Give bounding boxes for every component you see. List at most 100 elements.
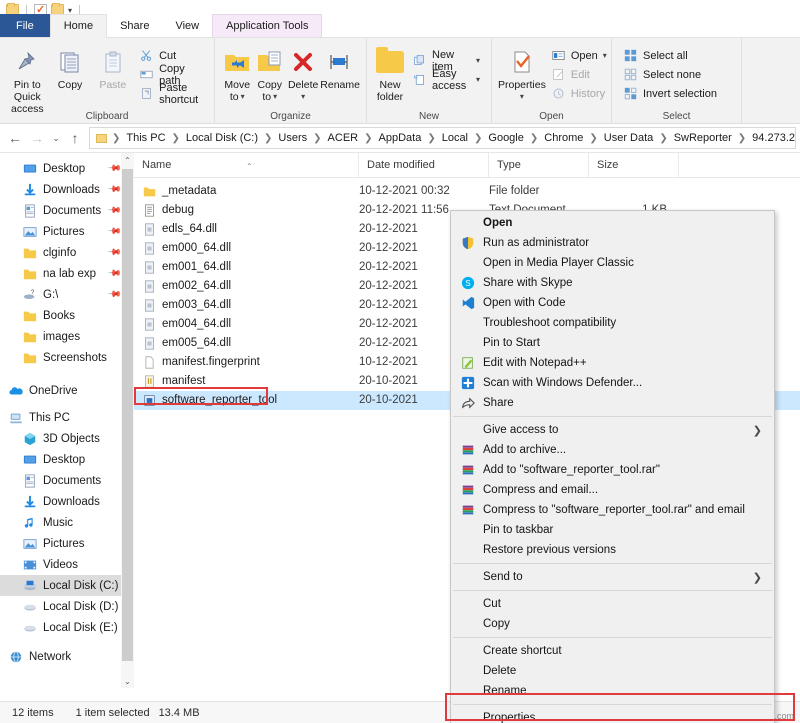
nav-item-local-disk-c[interactable]: Local Disk (C:) xyxy=(0,575,134,596)
delete-button[interactable]: Delete ▾ xyxy=(286,43,320,103)
menu-item-open-in-media-player-classic[interactable]: Open in Media Player Classic xyxy=(451,253,774,273)
menu-item-scan-with-windows-defender[interactable]: Scan with Windows Defender... xyxy=(451,373,774,393)
navigation-scrollbar[interactable]: ⌃ ⌄ xyxy=(121,153,134,688)
menu-item-restore-previous-versions[interactable]: Restore previous versions xyxy=(451,540,774,560)
breadcrumb-current-folder[interactable]: 94.273.200 xyxy=(748,128,796,148)
column-header-type[interactable]: Type xyxy=(489,153,589,178)
menu-item-edit-with-notepadpp[interactable]: Edit with Notepad++ xyxy=(451,353,774,373)
nav-item-desktop-quick[interactable]: Desktop 📌 xyxy=(0,158,134,179)
pin-icon[interactable]: 📌 xyxy=(107,245,123,261)
nav-item-na-lab-exp[interactable]: na lab exp 📌 xyxy=(0,263,134,284)
up-button[interactable]: ↑ xyxy=(64,127,86,149)
nav-item-this-pc[interactable]: This PC xyxy=(0,407,134,428)
rename-button[interactable]: Rename xyxy=(320,43,360,91)
nav-item-local-disk-e[interactable]: Local Disk (E:) xyxy=(0,617,134,638)
tab-application-tools[interactable]: Application Tools xyxy=(212,14,322,38)
recent-locations-button[interactable]: ⌄ xyxy=(48,127,64,149)
menu-item-share-with-skype[interactable]: S Share with Skype xyxy=(451,273,774,293)
menu-item-compress-to-named-rar-and-email[interactable]: Compress to "software_reporter_tool.rar"… xyxy=(451,500,774,520)
nav-item-downloads-quick[interactable]: Downloads 📌 xyxy=(0,179,134,200)
nav-item-clginfo[interactable]: clginfo 📌 xyxy=(0,242,134,263)
pin-icon[interactable]: 📌 xyxy=(107,203,123,219)
nav-item-music[interactable]: Music xyxy=(0,512,134,533)
menu-item-rename[interactable]: Rename xyxy=(451,681,774,701)
breadcrumb-local[interactable]: Local xyxy=(438,128,472,148)
breadcrumb-google[interactable]: Google xyxy=(484,128,527,148)
pin-icon[interactable]: 📌 xyxy=(107,182,123,198)
menu-item-create-shortcut[interactable]: Create shortcut xyxy=(451,641,774,661)
breadcrumb[interactable]: ❯ This PC ❯ Local Disk (C:) ❯ Users ❯ AC… xyxy=(89,127,796,149)
tab-share[interactable]: Share xyxy=(107,14,162,38)
menu-item-share[interactable]: Share xyxy=(451,393,774,413)
pin-icon[interactable]: 📌 xyxy=(107,266,123,282)
copy-to-button[interactable]: Copy to ▾ xyxy=(254,43,287,103)
history-button[interactable]: History xyxy=(546,84,612,103)
menu-item-add-to-archive[interactable]: Add to archive... xyxy=(451,440,774,460)
menu-item-pin-to-taskbar[interactable]: Pin to taskbar xyxy=(451,520,774,540)
table-row[interactable]: _metadata 10-12-2021 00:32 File folder xyxy=(134,182,800,201)
tab-home[interactable]: Home xyxy=(50,14,107,38)
select-none-button[interactable]: Select none xyxy=(618,65,722,84)
edit-button[interactable]: Edit xyxy=(546,65,612,84)
nav-item-images[interactable]: images xyxy=(0,326,134,347)
pin-icon[interactable]: 📌 xyxy=(107,161,123,177)
menu-item-open[interactable]: Open xyxy=(451,213,774,233)
column-header-size[interactable]: Size xyxy=(589,153,679,178)
pin-icon[interactable]: 📌 xyxy=(107,224,123,240)
breadcrumb-this-pc[interactable]: This PC xyxy=(122,128,169,148)
nav-item-local-disk-d[interactable]: Local Disk (D:) xyxy=(0,596,134,617)
nav-item-desktop[interactable]: Desktop xyxy=(0,449,134,470)
back-button[interactable]: ← xyxy=(4,127,26,149)
new-folder-button[interactable]: New folder xyxy=(373,43,407,103)
menu-item-delete[interactable]: Delete xyxy=(451,661,774,681)
nav-item-g-drive[interactable]: ? G:\ 📌 xyxy=(0,284,134,305)
select-all-button[interactable]: Select all xyxy=(618,46,722,65)
breadcrumb-swreporter[interactable]: SwReporter xyxy=(670,128,736,148)
nav-item-videos[interactable]: Videos xyxy=(0,554,134,575)
paste-button[interactable]: Paste xyxy=(91,43,134,91)
scrollbar-thumb[interactable] xyxy=(122,169,133,661)
nav-item-documents[interactable]: Documents xyxy=(0,470,134,491)
nav-item-downloads[interactable]: Downloads xyxy=(0,491,134,512)
forward-button[interactable]: → xyxy=(26,127,48,149)
menu-item-open-with-code[interactable]: Open with Code xyxy=(451,293,774,313)
breadcrumb-chrome[interactable]: Chrome xyxy=(540,128,587,148)
nav-item-onedrive[interactable]: OneDrive xyxy=(0,380,134,401)
tab-file[interactable]: File xyxy=(0,14,50,38)
menu-item-troubleshoot-compatibility[interactable]: Troubleshoot compatibility xyxy=(451,313,774,333)
open-button[interactable]: Open ▾ xyxy=(546,46,612,65)
column-header-date-modified[interactable]: Date modified xyxy=(359,153,489,178)
properties-button[interactable]: Properties ▾ xyxy=(498,43,546,103)
copy-button[interactable]: Copy xyxy=(49,43,92,91)
nav-item-books[interactable]: Books xyxy=(0,305,134,326)
menu-item-pin-to-start[interactable]: Pin to Start xyxy=(451,333,774,353)
breadcrumb-local-disk-c[interactable]: Local Disk (C:) xyxy=(182,128,262,148)
tab-view[interactable]: View xyxy=(162,14,212,38)
menu-item-add-to-named-rar[interactable]: Add to "software_reporter_tool.rar" xyxy=(451,460,774,480)
menu-item-run-as-administrator[interactable]: Run as administrator xyxy=(451,233,774,253)
scroll-up-icon[interactable]: ⌃ xyxy=(121,153,134,167)
scroll-down-icon[interactable]: ⌄ xyxy=(121,674,134,688)
easy-access-button[interactable]: Easy access ▾ xyxy=(407,70,485,89)
column-header-name[interactable]: Name ⌃ xyxy=(134,153,359,178)
menu-item-copy[interactable]: Copy xyxy=(451,614,774,634)
nav-item-3d-objects[interactable]: 3D Objects xyxy=(0,428,134,449)
pin-to-quick-access-button[interactable]: Pin to Quick access xyxy=(6,43,49,115)
nav-item-pictures-quick[interactable]: Pictures 📌 xyxy=(0,221,134,242)
invert-selection-button[interactable]: Invert selection xyxy=(618,84,722,103)
move-to-button[interactable]: Move to ▾ xyxy=(221,43,254,103)
breadcrumb-acer[interactable]: ACER xyxy=(324,128,363,148)
breadcrumb-appdata[interactable]: AppData xyxy=(375,128,426,148)
menu-item-cut[interactable]: Cut xyxy=(451,594,774,614)
nav-item-documents-quick[interactable]: Documents 📌 xyxy=(0,200,134,221)
nav-item-screenshots[interactable]: Screenshots xyxy=(0,347,134,368)
breadcrumb-users[interactable]: Users xyxy=(274,128,311,148)
nav-item-pictures[interactable]: Pictures xyxy=(0,533,134,554)
pin-icon[interactable]: 📌 xyxy=(107,287,123,303)
menu-item-give-access-to[interactable]: Give access to ❯ xyxy=(451,420,774,440)
menu-item-properties[interactable]: Properties xyxy=(451,708,774,723)
menu-item-compress-and-email[interactable]: Compress and email... xyxy=(451,480,774,500)
paste-shortcut-button[interactable]: Paste shortcut xyxy=(134,84,208,103)
breadcrumb-user-data[interactable]: User Data xyxy=(600,128,658,148)
menu-item-send-to[interactable]: Send to ❯ xyxy=(451,567,774,587)
